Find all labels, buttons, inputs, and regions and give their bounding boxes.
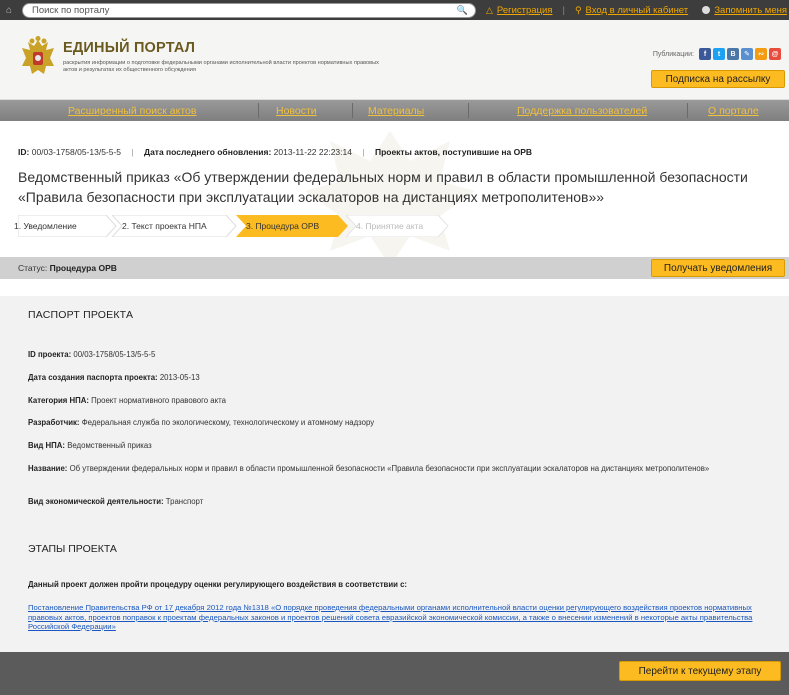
main-nav: Расширенный поиск актов Новости Материал… bbox=[0, 100, 789, 121]
status-badge: Статус: Процедура ОРВ bbox=[18, 263, 117, 273]
portal-title[interactable]: ЕДИНЫЙ ПОРТАЛ bbox=[63, 40, 195, 56]
id-label: ID: bbox=[18, 147, 30, 157]
separator: | bbox=[562, 4, 565, 16]
get-notifications-button[interactable]: Получать уведомления bbox=[651, 259, 785, 277]
nav-divider bbox=[258, 103, 259, 118]
id-value: 00/03-1758/05-13/5-5-5 bbox=[31, 147, 122, 157]
status-bar: Статус: Процедура ОРВ Получать уведомлен… bbox=[0, 257, 789, 279]
search-box: 🔍 bbox=[22, 2, 476, 18]
nav-item-support[interactable]: Поддержка пользователей bbox=[517, 105, 647, 117]
search-icon[interactable]: 🔍 bbox=[457, 5, 468, 16]
field-name: Название: Об утверждении федеральных нор… bbox=[28, 464, 768, 474]
step-label: 1. Уведомление bbox=[14, 221, 77, 231]
field-value: 2013-05-13 bbox=[159, 373, 200, 382]
login-link[interactable]: Вход в личный кабинет bbox=[586, 5, 689, 16]
field-developer: Разработчик: Федеральная служба по эколо… bbox=[28, 418, 768, 428]
stages-intro: Данный проект должен пройти процедуру оц… bbox=[28, 580, 408, 589]
go-to-current-stage-button[interactable]: Перейти к текущему этапу bbox=[619, 661, 781, 681]
search-input[interactable] bbox=[23, 3, 443, 17]
site-header: ЕДИНЫЙ ПОРТАЛ раскрытия информации о под… bbox=[0, 20, 789, 100]
field-value: Ведомственный приказ bbox=[67, 441, 152, 450]
separator: | bbox=[131, 147, 134, 157]
livejournal-icon[interactable]: ✎ bbox=[741, 48, 753, 60]
status-value: Процедура ОРВ bbox=[49, 263, 117, 273]
regulation-link[interactable]: Постановление Правительства РФ от 17 дек… bbox=[28, 603, 783, 632]
field-value: Федеральная служба по экологическому, те… bbox=[81, 418, 375, 427]
top-bar: ⌂ 🔍 △ Регистрация | ⚲ Вход в личный каби… bbox=[0, 0, 789, 20]
project-meta: ID: 00/03-1758/05-13/5-5-5 | Дата послед… bbox=[18, 147, 532, 157]
coat-of-arms-icon bbox=[22, 36, 54, 74]
portal-subtitle: раскрытия информации о подготовке федера… bbox=[63, 60, 379, 73]
vk-icon[interactable]: B bbox=[727, 48, 739, 60]
step-act-adoption[interactable]: 4. Принятие акта bbox=[346, 215, 452, 237]
remember-me-toggle[interactable]: Запомнить меня bbox=[702, 5, 787, 16]
step-label: 3. Процедура ОРВ bbox=[246, 221, 320, 231]
publications: Публикации: f t B ✎ ∾ @ bbox=[653, 48, 781, 60]
step-label: 2. Текст проекта НПА bbox=[122, 221, 207, 231]
field-economic-activity: Вид экономической деятельности: Транспор… bbox=[28, 497, 768, 507]
mail-icon[interactable]: @ bbox=[769, 48, 781, 60]
field-label: Вид НПА: bbox=[28, 441, 66, 450]
nav-item-about[interactable]: О портале bbox=[708, 105, 759, 117]
field-npa-type: Вид НПА: Ведомственный приказ bbox=[28, 441, 768, 451]
nav-divider bbox=[352, 103, 353, 118]
lock-icon: △ bbox=[486, 4, 493, 15]
twitter-icon[interactable]: t bbox=[713, 48, 725, 60]
field-project-id: ID проекта: 00/03-1758/05-13/5-5-5 bbox=[28, 350, 768, 360]
field-label: Категория НПА: bbox=[28, 396, 89, 405]
subscribe-button[interactable]: Подписка на рассылку bbox=[651, 70, 785, 88]
stages-title: ЭТАПЫ ПРОЕКТА bbox=[28, 543, 117, 555]
nav-divider bbox=[468, 103, 469, 118]
category-label: Проекты актов, поступившие на ОРВ bbox=[374, 147, 533, 157]
remember-me-label: Запомнить меня bbox=[714, 4, 787, 16]
register-link[interactable]: Регистрация bbox=[497, 5, 553, 16]
step-label: 4. Принятие акта bbox=[356, 221, 424, 231]
field-label: Вид экономической деятельности: bbox=[28, 497, 164, 506]
passport-title: ПАСПОРТ ПРОЕКТА bbox=[28, 309, 134, 321]
facebook-icon[interactable]: f bbox=[699, 48, 711, 60]
nav-item-news[interactable]: Новости bbox=[276, 105, 317, 117]
key-icon: ⚲ bbox=[574, 4, 582, 15]
updated-label: Дата последнего обновления: bbox=[144, 147, 272, 157]
field-value: Об утверждении федеральных норм и правил… bbox=[69, 464, 710, 473]
field-label: Дата создания паспорта проекта: bbox=[28, 373, 158, 382]
updated-value: 2013-11-22 22:23:14 bbox=[273, 147, 352, 157]
field-label: Разработчик: bbox=[28, 418, 80, 427]
separator: | bbox=[362, 147, 365, 157]
field-value: Проект нормативного правового акта bbox=[91, 396, 226, 405]
field-label: ID проекта: bbox=[28, 350, 72, 359]
status-label: Статус: bbox=[18, 263, 48, 273]
nav-item-materials[interactable]: Материалы bbox=[368, 105, 424, 117]
bottom-bar: Перейти к текущему этапу bbox=[0, 652, 789, 695]
field-value: 00/03-1758/05-13/5-5-5 bbox=[73, 350, 156, 359]
step-notification[interactable]: 1. Уведомление bbox=[14, 215, 118, 237]
home-icon[interactable]: ⌂ bbox=[0, 0, 18, 20]
remember-radio-icon[interactable] bbox=[702, 5, 711, 14]
field-value: Транспорт bbox=[165, 497, 204, 506]
page-title: Ведомственный приказ «Об утверждении фед… bbox=[18, 169, 748, 205]
step-orv-procedure-active[interactable]: 3. Процедура ОРВ bbox=[236, 215, 352, 237]
nav-divider bbox=[687, 103, 688, 118]
rss-icon[interactable]: ∾ bbox=[755, 48, 767, 60]
step-npa-text[interactable]: 2. Текст проекта НПА bbox=[112, 215, 242, 237]
publications-label: Публикации: bbox=[652, 50, 694, 58]
field-label: Название: bbox=[28, 464, 68, 473]
field-npa-category: Категория НПА: Проект нормативного право… bbox=[28, 396, 768, 406]
nav-item-advanced-search[interactable]: Расширенный поиск актов bbox=[68, 105, 196, 117]
field-passport-date: Дата создания паспорта проекта: 2013-05-… bbox=[28, 373, 768, 383]
